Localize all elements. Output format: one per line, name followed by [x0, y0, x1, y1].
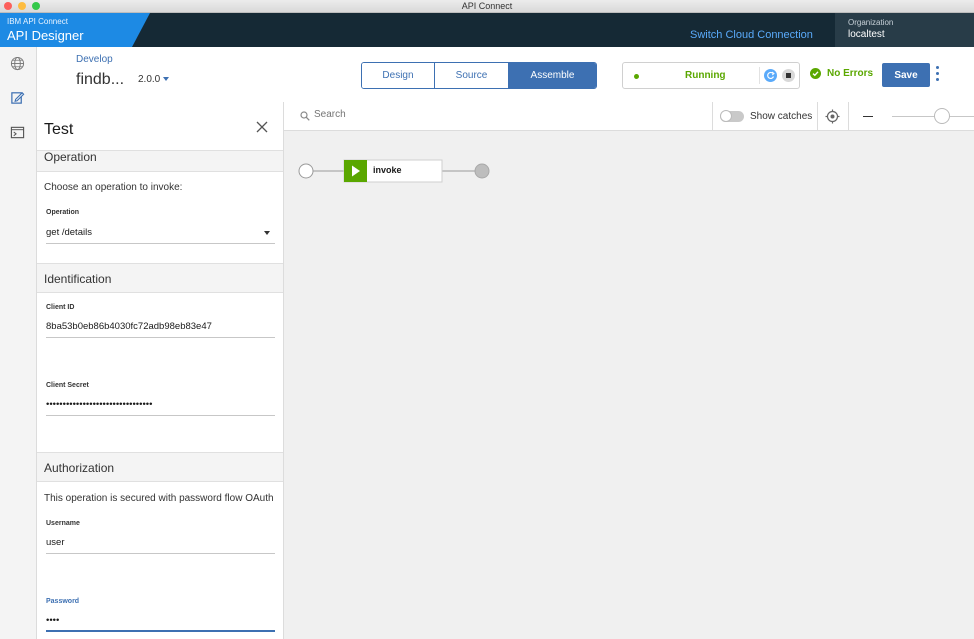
zoom-slider[interactable] [892, 108, 974, 124]
show-catches-label: Show catches [750, 111, 813, 122]
zoom-out-icon[interactable] [863, 116, 873, 117]
tab-source[interactable]: Source [435, 63, 509, 88]
restart-icon[interactable] [764, 69, 777, 82]
flow-end-node[interactable] [474, 163, 490, 179]
authorization-note: This operation is secured with password … [44, 493, 274, 504]
breadcrumb-develop[interactable]: Develop [76, 54, 113, 65]
stop-icon[interactable] [782, 69, 795, 82]
password-label: Password [46, 598, 80, 605]
tab-assemble[interactable]: Assemble [509, 63, 596, 88]
terminal-icon[interactable] [10, 125, 25, 140]
window-titlebar: API Connect [0, 0, 974, 13]
edit-icon[interactable] [10, 90, 25, 105]
globe-icon[interactable] [10, 56, 25, 71]
panel-title: Test [44, 121, 74, 138]
client-secret-label: Client Secret [46, 382, 89, 389]
section-authorization-title: Authorization [44, 461, 115, 475]
section-identification-title: Identification [44, 272, 112, 286]
window-title: API Connect [461, 1, 513, 11]
operation-select[interactable]: get /details [46, 226, 275, 244]
brand: IBM API Connect API Designer [0, 13, 150, 47]
more-options-icon[interactable] [934, 66, 940, 84]
zoom-slider-handle[interactable] [934, 108, 950, 124]
validation-status: No Errors [810, 68, 873, 79]
flow-start-node[interactable] [298, 163, 314, 179]
status-text: Running [685, 70, 726, 81]
brand-product: IBM API Connect [7, 17, 68, 26]
switch-cloud-connection-link[interactable]: Switch Cloud Connection [690, 29, 813, 41]
chevron-down-icon [163, 77, 170, 82]
operation-prompt: Choose an operation to invoke: [44, 182, 183, 193]
crosshair-icon[interactable] [825, 109, 840, 124]
client-secret-field[interactable]: •••••••••••••••••••••••••••••••• [46, 398, 275, 416]
client-id-label: Client ID [46, 304, 75, 311]
checkmark-icon [810, 68, 821, 79]
assembly-flow [298, 159, 490, 183]
server-status: Running [622, 62, 800, 89]
version-value: 2.0.0 [138, 74, 161, 85]
section-operation: Operation [37, 150, 283, 172]
brand-title: API Designer [7, 28, 84, 43]
section-operation-title: Operation [44, 150, 97, 164]
app-header: IBM API Connect API Designer Switch Clou… [0, 13, 974, 47]
view-tabs: Design Source Assemble [361, 62, 597, 89]
api-name: findb... [76, 71, 125, 88]
errors-text: No Errors [827, 68, 874, 79]
client-id-field[interactable]: 8ba53b0eb86b4030fc72adb98eb83e47 [46, 320, 275, 338]
username-field[interactable]: user [46, 536, 275, 554]
assemble-toolbar: Show catches [284, 102, 974, 131]
test-panel: Test Operation Choose an operation to in… [37, 102, 284, 639]
save-button[interactable]: Save [882, 63, 930, 87]
organization-selector[interactable]: Organization localtest [835, 13, 974, 47]
close-icon[interactable] [256, 121, 268, 133]
username-label: Username [46, 520, 80, 527]
organization-label: Organization [848, 18, 894, 27]
status-indicator-icon [634, 74, 639, 79]
section-authorization: Authorization [37, 452, 283, 482]
left-nav-rail [0, 47, 37, 639]
operation-value: get /details [46, 227, 92, 238]
show-catches-toggle[interactable] [720, 110, 744, 122]
organization-value: localtest [848, 29, 885, 40]
search-input[interactable] [314, 109, 704, 120]
chevron-down-icon [264, 231, 270, 235]
search-icon [300, 111, 310, 121]
invoke-node-label: invoke [373, 165, 402, 175]
password-field[interactable]: •••• [46, 614, 275, 632]
section-identification: Identification [37, 263, 283, 293]
assembly-canvas[interactable]: invoke [284, 131, 974, 639]
tab-design[interactable]: Design [362, 63, 435, 88]
operation-label: Operation [46, 209, 80, 216]
version-selector[interactable]: 2.0.0 [138, 74, 170, 85]
